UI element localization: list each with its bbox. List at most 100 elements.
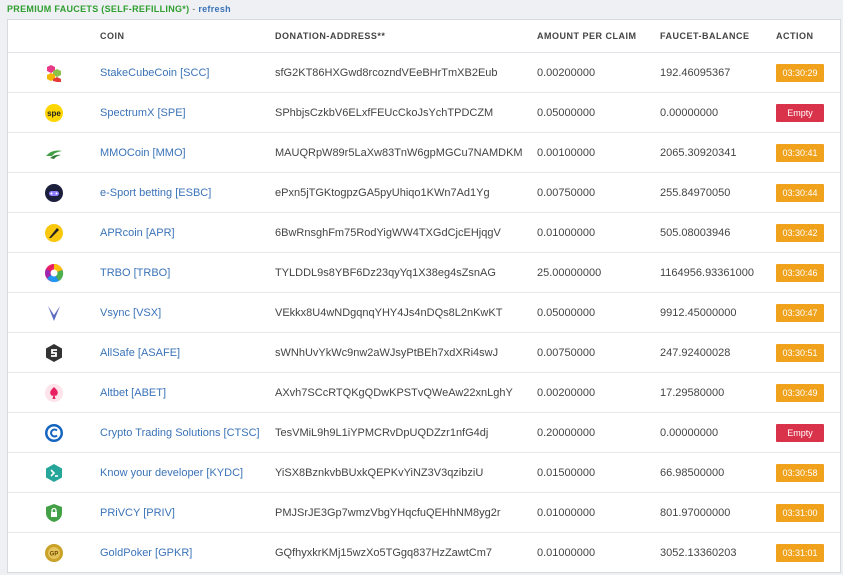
claim-timer-button[interactable]: 03:30:49 — [776, 383, 824, 402]
trbo-icon — [44, 263, 64, 283]
goldpoker-icon: GP — [44, 543, 64, 563]
action-cell: 03:30:41 — [776, 132, 840, 173]
coin-link[interactable]: Crypto Trading Solutions [CTSC] — [100, 427, 260, 439]
coin-cell: PRiVCY [PRIV] — [100, 492, 275, 533]
esport-betting-icon — [44, 183, 64, 203]
faucet-balance: 0.00000000 — [660, 92, 776, 133]
coin-cell: AllSafe [ASAFE] — [100, 332, 275, 373]
amount-per-claim: 0.00100000 — [537, 132, 660, 173]
coin-link[interactable]: Vsync [VSX] — [100, 307, 161, 319]
table-row: spe SpectrumX [SPE] SPhbjsCzkbV6ELxfFEUc… — [8, 92, 840, 133]
coin-icon-cell — [8, 372, 100, 413]
claim-timer-button[interactable]: 03:31:00 — [776, 503, 824, 522]
action-cell: Empty — [776, 412, 840, 453]
donation-address: sWNhUvYkWc9nw2aWJsyPtBEh7xdXRi4swJ — [275, 332, 537, 373]
faucet-balance: 9912.45000000 — [660, 292, 776, 333]
coin-cell: Crypto Trading Solutions [CTSC] — [100, 412, 275, 453]
empty-button[interactable]: Empty — [776, 423, 824, 442]
aprcoin-icon — [44, 223, 64, 243]
allsafe-icon — [44, 343, 64, 363]
claim-timer-button[interactable]: 03:30:46 — [776, 263, 824, 282]
claim-timer-button[interactable]: 03:30:51 — [776, 343, 824, 362]
donation-address: YiSX8BznkvbBUxkQEPKvYiNZ3V3qzibziU — [275, 452, 537, 493]
table-row: TRBO [TRBO] TYLDDL9s8YBF6Dz23qyYq1X38eg4… — [8, 252, 840, 293]
coin-link[interactable]: StakeCubeCoin [SCC] — [100, 67, 209, 79]
coin-link[interactable]: AllSafe [ASAFE] — [100, 347, 180, 359]
faucet-balance: 3052.13360203 — [660, 546, 737, 559]
coin-cell: e-Sport betting [ESBC] — [100, 172, 275, 213]
coin-icon-cell — [8, 132, 100, 173]
coin-icon-cell — [8, 172, 100, 213]
claim-timer-button[interactable]: 03:30:41 — [776, 143, 824, 162]
faucet-balance: 0.00000000 — [660, 412, 776, 453]
table-row: APRcoin [APR] 6BwRnsghFm75RodYigWW4TXGdC… — [8, 212, 840, 253]
privcy-icon — [44, 503, 64, 523]
claim-timer-button[interactable]: 03:30:29 — [776, 63, 824, 82]
amount-per-claim: 0.20000000 — [537, 412, 660, 453]
coin-cell: StakeCubeCoin [SCC] — [100, 52, 275, 93]
coin-cell: Know your developer [KYDC] — [100, 452, 275, 493]
donation-address: GQfhyxkrKMj15wzXo5TGgq837HzZawtCm7 — [275, 546, 493, 559]
faucet-balance: 255.84970050 — [660, 172, 776, 213]
refresh-link[interactable]: refresh — [198, 4, 231, 14]
claim-timer-button[interactable]: 03:30:44 — [776, 183, 824, 202]
amount-per-claim: 0.01000000 — [537, 492, 660, 533]
action-cell: 03:30:29 — [776, 52, 840, 93]
header-amount: AMOUNT PER CLAIM — [537, 20, 660, 53]
coin-icon-cell — [8, 332, 100, 373]
amount-per-claim: 0.05000000 — [537, 292, 660, 333]
donation-address: 6BwRnsghFm75RodYigWW4TXGdCjcEHjqgV — [275, 212, 537, 253]
amount-per-claim: 0.00200000 — [537, 372, 660, 413]
coin-link[interactable]: e-Sport betting [ESBC] — [100, 187, 211, 199]
coin-link[interactable]: Know your developer [KYDC] — [100, 467, 243, 479]
coin-icon-cell — [8, 492, 100, 533]
action-cell: 03:30:46 — [776, 252, 840, 293]
vsync-icon — [44, 303, 64, 323]
amount-per-claim: 0.00750000 — [537, 172, 660, 213]
coin-link[interactable]: SpectrumX [SPE] — [100, 107, 186, 119]
coin-link[interactable]: MMOCoin [MMO] — [100, 147, 186, 159]
coin-cell: MMOCoin [MMO] — [100, 132, 275, 173]
action-cell: 03:30:44 — [776, 172, 840, 213]
coin-link[interactable]: APRcoin [APR] — [100, 227, 175, 239]
donation-address: TYLDDL9s8YBF6Dz23qyYq1X38eg4sZsnAG — [275, 252, 537, 293]
claim-timer-button[interactable]: 03:31:01 — [776, 543, 824, 562]
table-row: StakeCubeCoin [SCC] sfG2KT86HXGwd8rcoznd… — [8, 52, 840, 93]
table-row: GP GoldPoker [GPKR] GQfhyxkrKMj15wzXo5TG… — [8, 533, 840, 573]
faucet-table-card: COIN DONATION-ADDRESS** AMOUNT PER CLAIM… — [7, 19, 841, 573]
empty-button[interactable]: Empty — [776, 103, 824, 122]
claim-timer-button[interactable]: 03:30:47 — [776, 303, 824, 322]
header-icon — [8, 20, 100, 53]
action-cell: 03:30:58 — [776, 452, 840, 493]
coin-icon-cell — [8, 292, 100, 333]
coin-link[interactable]: PRiVCY [PRIV] — [100, 507, 175, 519]
svg-text:GP: GP — [50, 551, 59, 557]
action-cell: Empty — [776, 92, 840, 133]
header-action: ACTION — [776, 20, 840, 53]
coin-icon-cell — [8, 212, 100, 253]
action-cell: 03:30:49 — [776, 372, 840, 413]
claim-timer-button[interactable]: 03:30:42 — [776, 223, 824, 242]
header-coin: COIN — [100, 20, 275, 53]
faucet-balance: 247.92400028 — [660, 332, 776, 373]
action-cell: 03:30:51 — [776, 332, 840, 373]
crypto-trading-solutions-icon — [44, 423, 64, 443]
amount-per-claim: 0.05000000 — [537, 92, 660, 133]
table-row: Crypto Trading Solutions [CTSC] TesVMiL9… — [8, 412, 840, 453]
table-header-row: COIN DONATION-ADDRESS** AMOUNT PER CLAIM… — [8, 20, 840, 53]
coin-link[interactable]: Altbet [ABET] — [100, 387, 166, 399]
coin-cell: APRcoin [APR] — [100, 212, 275, 253]
page-title: PREMIUM FAUCETS (SELF-REFILLING*) - refr… — [7, 4, 231, 14]
section-title: PREMIUM FAUCETS (SELF-REFILLING*) — [7, 4, 190, 14]
donation-address: SPhbjsCzkbV6ELxfFEUcCkoJsYchTPDCZM — [275, 92, 537, 133]
faucet-balance: 1164956.93361000 — [660, 252, 776, 293]
claim-timer-button[interactable]: 03:30:58 — [776, 463, 824, 482]
coin-icon-cell — [8, 452, 100, 493]
title-separator: - — [189, 4, 199, 14]
coin-link[interactable]: GoldPoker [GPKR] — [100, 547, 192, 559]
coin-icon-cell — [8, 52, 100, 93]
coin-cell: GoldPoker [GPKR] — [100, 533, 275, 573]
coin-link[interactable]: TRBO [TRBO] — [100, 267, 170, 279]
know-your-developer-icon — [44, 463, 64, 483]
altbet-icon — [44, 383, 64, 403]
